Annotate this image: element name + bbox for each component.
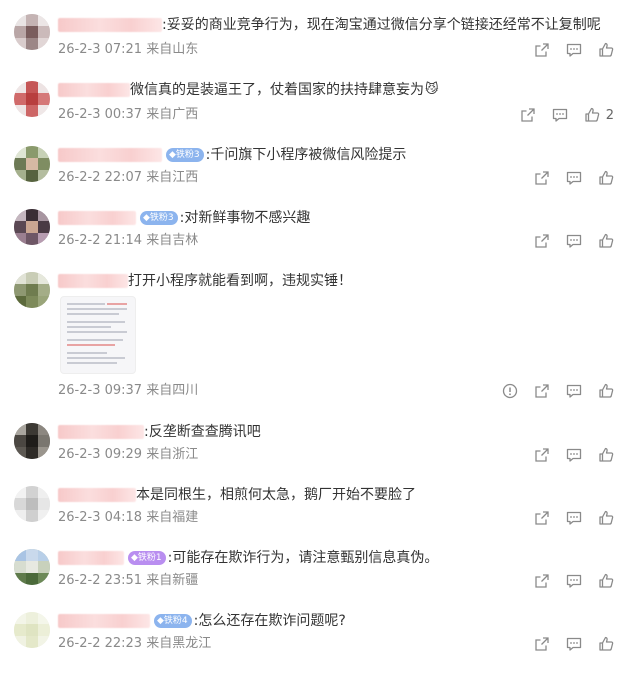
emoji-cat: 😼 <box>425 82 439 97</box>
like-icon[interactable] <box>598 233 614 249</box>
comment-icon[interactable] <box>566 42 582 58</box>
username[interactable] <box>58 148 162 162</box>
comment-date: 26-2-3 09:29 <box>58 447 143 462</box>
username[interactable] <box>58 211 136 225</box>
share-icon[interactable] <box>534 573 550 589</box>
like-icon[interactable] <box>598 170 614 186</box>
comment-date: 26-2-2 21:14 <box>58 233 143 248</box>
avatar[interactable] <box>14 423 50 459</box>
comment-icon[interactable] <box>566 383 582 399</box>
comment-location: 来自山东 <box>146 42 199 57</box>
comment-text: :反垄断查查腾讯吧 <box>144 424 261 440</box>
like-icon[interactable] <box>598 636 614 652</box>
like-icon[interactable] <box>598 447 614 463</box>
share-icon[interactable] <box>534 233 550 249</box>
comment-date: 26-2-2 22:23 <box>58 636 143 651</box>
share-icon[interactable] <box>534 636 550 652</box>
comment-text: 打开小程序就能看到啊，违规实锤！ <box>128 273 352 289</box>
share-icon[interactable] <box>534 170 550 186</box>
comment-location: 来自江西 <box>146 170 199 185</box>
comment-icon[interactable] <box>566 233 582 249</box>
comment-date: 26-2-3 00:37 <box>58 107 143 122</box>
like-icon[interactable] <box>598 510 614 526</box>
comment-icon[interactable] <box>552 107 568 123</box>
username[interactable] <box>58 18 162 32</box>
comment-icon[interactable] <box>566 447 582 463</box>
comment-location: 来自广西 <box>146 107 199 122</box>
username[interactable] <box>58 274 128 288</box>
comment-location: 来自四川 <box>146 383 199 398</box>
username[interactable] <box>58 83 130 97</box>
comment-text: :怎么还存在欺诈问题呢? <box>193 613 346 629</box>
like-icon[interactable] <box>598 42 614 58</box>
comment-text: 微信真的是装逼王了，仗着国家的扶持肆意妄为 <box>130 82 424 98</box>
fan-badge[interactable]: ◆铁粉4 <box>154 614 192 628</box>
comment-text: :千问旗下小程序被微信风险提示 <box>205 147 407 163</box>
comment-text: :对新鲜事物不感兴趣 <box>179 210 311 226</box>
comment-date: 26-2-3 09:37 <box>58 383 143 398</box>
username[interactable] <box>58 614 150 628</box>
avatar[interactable] <box>14 272 50 308</box>
comment-text: :可能存在欺诈行为，请注意甄别信息真伪。 <box>167 550 439 566</box>
comment-date: 26-2-3 07:21 <box>58 42 143 57</box>
share-icon[interactable] <box>520 107 536 123</box>
username[interactable] <box>58 425 144 439</box>
like-icon[interactable] <box>584 107 600 123</box>
comment-location: 来自福建 <box>146 510 199 525</box>
share-icon[interactable] <box>534 510 550 526</box>
avatar[interactable] <box>14 81 50 117</box>
comment-text: :妥妥的商业竞争行为，现在淘宝通过微信分享个链接还经常不让复制呢 <box>162 17 601 33</box>
comment-location: 来自吉林 <box>146 233 199 248</box>
comment-location: 来自黑龙江 <box>146 636 212 651</box>
comment-image[interactable] <box>60 296 136 374</box>
avatar[interactable] <box>14 486 50 522</box>
avatar[interactable] <box>14 612 50 648</box>
fan-badge[interactable]: ◆铁粉1 <box>128 551 166 565</box>
comment-icon[interactable] <box>566 573 582 589</box>
avatar[interactable] <box>14 14 50 50</box>
comment-location: 来自浙江 <box>146 447 199 462</box>
comment-icon[interactable] <box>566 510 582 526</box>
comment-icon[interactable] <box>566 170 582 186</box>
avatar[interactable] <box>14 209 50 245</box>
like-icon[interactable] <box>598 573 614 589</box>
fan-badge[interactable]: ◆铁粉3 <box>166 148 204 162</box>
share-icon[interactable] <box>534 383 550 399</box>
report-icon[interactable] <box>502 383 518 399</box>
share-icon[interactable] <box>534 447 550 463</box>
username[interactable] <box>58 551 124 565</box>
comment-icon[interactable] <box>566 636 582 652</box>
username[interactable] <box>58 488 136 502</box>
comment-date: 26-2-2 23:51 <box>58 573 143 588</box>
comment-text: 本是同根生，相煎何太急，鹅厂开始不要脸了 <box>136 487 416 503</box>
comment-date: 26-2-3 04:18 <box>58 510 143 525</box>
share-icon[interactable] <box>534 42 550 58</box>
like-count: 2 <box>605 107 614 123</box>
like-icon[interactable] <box>598 383 614 399</box>
avatar[interactable] <box>14 549 50 585</box>
comment-location: 来自新疆 <box>146 573 199 588</box>
comment-date: 26-2-2 22:07 <box>58 170 143 185</box>
avatar[interactable] <box>14 146 50 182</box>
fan-badge[interactable]: ◆铁粉3 <box>140 211 178 225</box>
